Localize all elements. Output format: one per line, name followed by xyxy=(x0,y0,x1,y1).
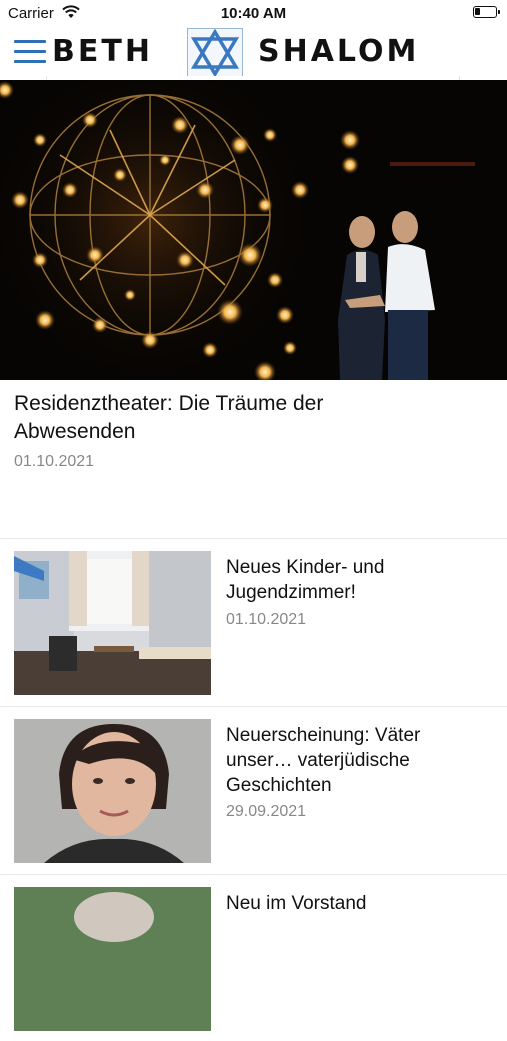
hero-article-title[interactable]: Residenztheater: Die Träume der Abwesend… xyxy=(14,390,344,446)
hero-article-date: 01.10.2021 xyxy=(14,453,95,470)
article-thumbnail-portrait xyxy=(14,719,211,863)
app-header: BETH SHALOM xyxy=(0,28,507,80)
logo-text-left: BETH xyxy=(52,34,153,69)
hamburger-icon[interactable] xyxy=(14,40,46,66)
article-date: 01.10.2021 xyxy=(226,611,307,628)
article-thumbnail-room xyxy=(14,551,211,695)
article-title[interactable]: Neuerscheinung: Väter unser… vaterjüdisc… xyxy=(226,723,488,798)
status-bar: Carrier 10:40 AM xyxy=(0,0,507,28)
article-thumbnail-partial xyxy=(14,887,211,1031)
logo-text-right: SHALOM xyxy=(258,34,420,69)
battery-icon xyxy=(473,6,500,18)
article-title[interactable]: Neu im Vorstand xyxy=(226,891,488,916)
list-item[interactable]: Neuerscheinung: Väter unser… vaterjüdisc… xyxy=(0,707,507,873)
list-item[interactable]: Neues Kinder- und Jugendzimmer! 01.10.20… xyxy=(0,539,507,705)
hero-image[interactable] xyxy=(0,80,507,380)
article-date: 29.09.2021 xyxy=(226,803,307,820)
clock-time: 10:40 AM xyxy=(220,5,287,22)
article-title[interactable]: Neues Kinder- und Jugendzimmer! xyxy=(226,555,488,605)
star-of-david-icon xyxy=(187,28,243,78)
